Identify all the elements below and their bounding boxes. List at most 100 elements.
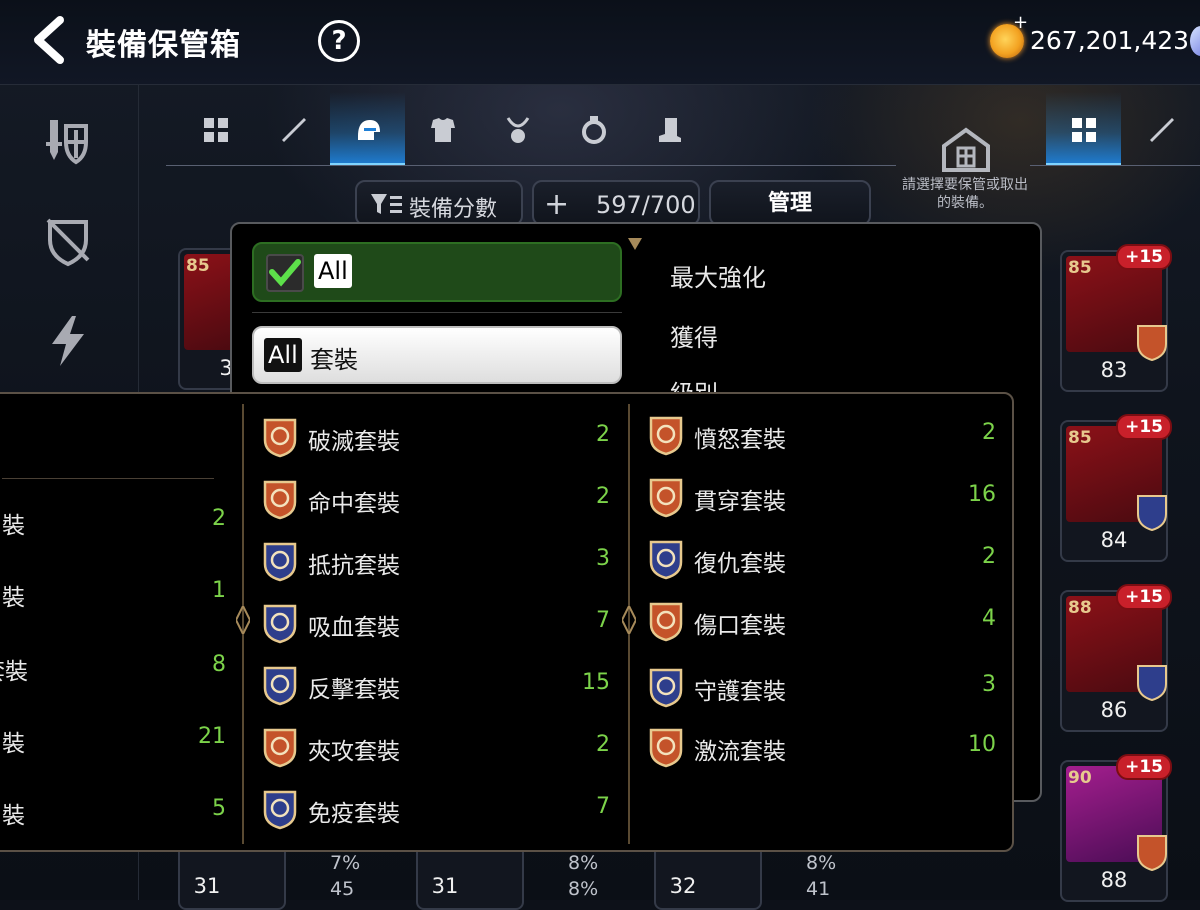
set-name: 吸血套裝 [308,615,400,641]
storage-house-icon [940,126,992,172]
manage-button[interactable]: 管理 [709,180,871,226]
shield-off-icon[interactable] [40,212,96,268]
score-filter-button[interactable]: 裝備分數 [355,180,523,226]
tab-all[interactable] [178,92,253,166]
set-badge-icon [649,728,683,768]
expand-inventory-button[interactable]: + 597/700 [532,180,700,226]
set-item[interactable]: 抵抗套裝 3 [262,536,610,586]
set-name: 反擊套裝 [308,677,400,703]
tab-necklace[interactable] [480,92,555,166]
necklace-icon [506,117,530,143]
help-icon[interactable]: ? [318,20,360,62]
all-sets-label: 套裝 [310,346,358,374]
set-count: 3 [982,672,996,697]
set-count: 3 [596,546,610,571]
set-badge-icon [263,728,297,768]
set-name: 貫穿套裝 [694,489,786,515]
tab-weapon[interactable] [254,92,329,166]
filter-icon [371,194,402,214]
equipment-score: 83 [1100,358,1128,382]
sub-stat: 7% [330,852,361,874]
set-item[interactable]: 套裝 8 [0,652,226,702]
enhance-badge: +15 [1116,584,1172,610]
set-item[interactable]: 復仇套裝 2 [648,534,996,584]
set-item[interactable]: 反擊套裝 15 [262,660,610,710]
equipment-score: 31 [193,874,221,898]
lightning-icon[interactable] [40,312,96,368]
equipment-card-partial[interactable]: 85 3 [178,248,240,390]
crystal-icon[interactable] [1190,26,1200,56]
penetration-set-icon [1137,325,1167,362]
tab-ring[interactable] [556,92,631,166]
set-item[interactable]: 激流套裝 10 [648,722,996,772]
set-count: 7 [596,608,610,633]
set-badge-icon [649,540,683,580]
inventory-capacity: 597/700 [596,191,696,219]
equipment-card[interactable]: 85 +15 84 [1060,414,1172,562]
set-item[interactable]: 吸血套裝 7 [262,598,610,648]
set-badge-icon [649,416,683,456]
set-item[interactable]: 裝 2 [2,506,226,556]
all-tag: All [314,254,352,288]
set-count: 2 [982,544,996,569]
triangle-down-icon [628,238,642,250]
set-badge-icon [263,666,297,706]
set-name: 破滅套裝 [308,429,400,455]
set-count: 21 [198,724,226,749]
tab-storage-all[interactable] [1046,92,1121,166]
equipment-card[interactable]: 88 +15 86 [1060,584,1172,732]
select-all-checkbox[interactable]: All [252,242,622,302]
enhance-badge: +15 [1116,244,1172,270]
tab-helmet[interactable] [330,92,405,166]
sword-icon [1150,118,1174,142]
set-item[interactable]: 夾攻套裝 2 [262,722,610,772]
set-badge-icon [263,604,297,644]
set-count: 2 [596,422,610,447]
all-tag: All [264,338,302,372]
set-badge-icon [649,602,683,642]
top-bar: 裝備保管箱 ? + 267,201,423 [0,0,1200,85]
sub-stat: 45 [330,878,355,900]
sub-stat: 8% [806,852,837,874]
set-item[interactable]: 裝 5 [2,796,226,846]
grid-icon [1072,118,1096,142]
rage-set-icon [1137,835,1167,872]
set-item[interactable]: 命中套裝 2 [262,474,610,524]
sub-stat: 8% [568,852,599,874]
tab-storage-weapon[interactable] [1122,92,1197,166]
ornament-icon [622,606,636,634]
tab-armor[interactable] [405,92,480,166]
sort-option-max-enhance[interactable]: 最大強化 [670,258,766,293]
gold-add-icon[interactable]: + [1013,12,1028,33]
all-sets-button[interactable]: All 套裝 [252,326,622,384]
set-item[interactable]: 守護套裝 3 [648,662,996,712]
tab-boots[interactable] [631,92,706,166]
back-icon[interactable] [24,14,76,66]
set-name: 憤怒套裝 [694,427,786,453]
set-item[interactable]: 免疫套裝 7 [262,784,610,834]
equipment-score: 31 [431,874,459,898]
set-badge-icon [649,478,683,518]
set-count: 16 [968,482,996,507]
grid-icon [204,118,228,142]
set-item[interactable]: 傷口套裝 4 [648,596,996,646]
set-count: 8 [212,652,226,677]
set-badge-icon [263,542,297,582]
set-badge-icon [263,790,297,830]
tab-divider-right [1030,165,1200,166]
set-count: 5 [212,796,226,821]
set-item[interactable]: 裝 1 [2,578,226,628]
set-item[interactable]: 憤怒套裝 2 [648,410,996,460]
set-count: 15 [582,670,610,695]
set-count: 2 [982,420,996,445]
equipment-card[interactable]: 90 +15 88 [1060,754,1172,902]
set-name: 夾攻套裝 [308,739,400,765]
set-item[interactable]: 破滅套裝 2 [262,412,610,462]
sort-option-acquired[interactable]: 獲得 [670,318,718,353]
set-badge-icon [263,418,297,458]
set-item[interactable]: 裝 21 [2,724,226,774]
set-item[interactable]: 貫穿套裝 16 [648,472,996,522]
sword-shield-icon[interactable] [40,112,96,168]
equipment-card[interactable]: 85 +15 83 [1060,244,1172,392]
equipment-score: 32 [669,874,697,898]
